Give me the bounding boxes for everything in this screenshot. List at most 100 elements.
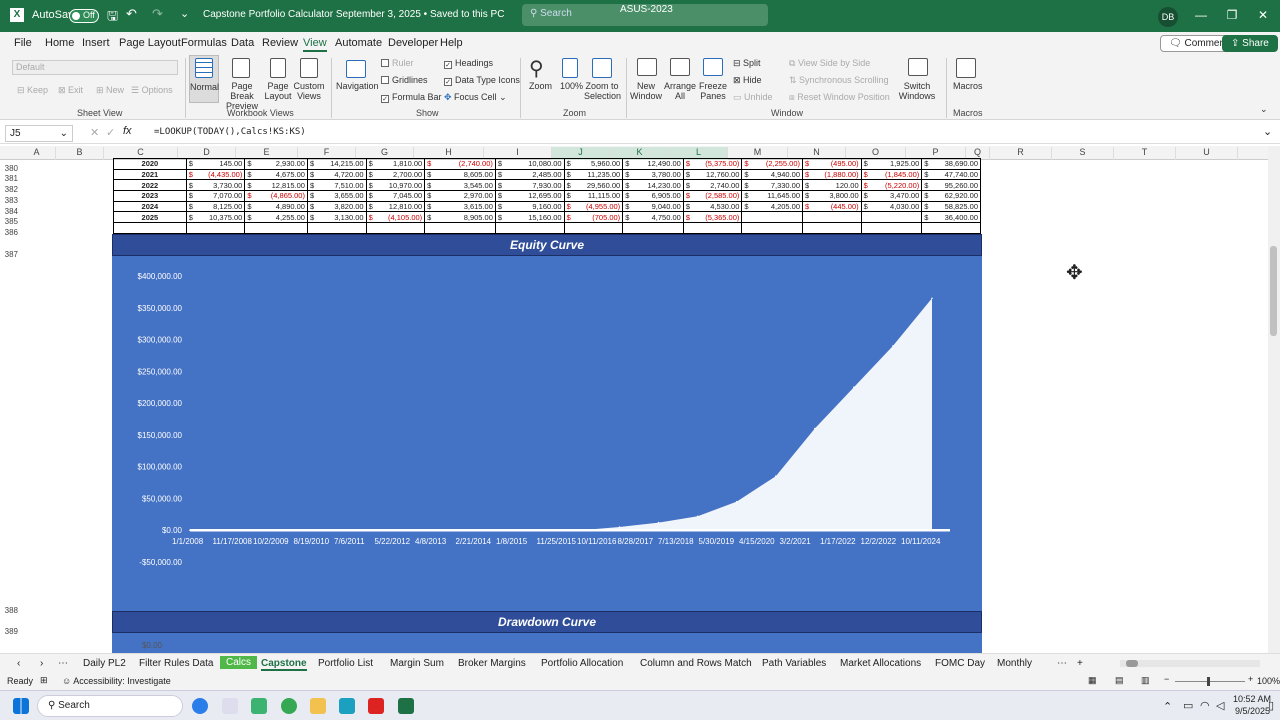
options-button[interactable]: ☰ Options	[131, 85, 173, 96]
equity-chart-area[interactable]: $400,000.00 $350,000.00 $300,000.00 $250,00…	[112, 256, 982, 612]
name-box[interactable]: J5 ⌄	[5, 125, 73, 142]
value-cell[interactable]: $ (495.00)	[802, 158, 862, 170]
zoom-in-icon[interactable]: +	[1248, 674, 1253, 684]
navigation-button[interactable]: Navigation	[336, 81, 379, 91]
row-header[interactable]: 384	[0, 207, 18, 216]
focus-cell-button[interactable]: ✥ Focus Cell ⌄	[444, 92, 507, 103]
zoom-slider[interactable]	[1175, 677, 1245, 686]
taskbar-search[interactable]: ⚲ Search	[37, 695, 183, 717]
tab-portfolio-allocation[interactable]: Portfolio Allocation	[541, 658, 623, 669]
value-cell[interactable]: $3,730.00	[185, 179, 246, 192]
value-cell[interactable]: $2,930.00	[244, 158, 308, 170]
value-cell[interactable]: $120.00	[802, 179, 862, 192]
autosave-toggle[interactable]: Off	[69, 9, 99, 23]
value-cell[interactable]: $10,375.00	[185, 211, 246, 224]
value-cell[interactable]: $ (1,845.00)	[860, 168, 923, 181]
equity-area-series[interactable]	[190, 298, 932, 531]
row-header[interactable]: 381	[0, 174, 18, 183]
tab-broker-margins[interactable]: Broker Margins	[458, 658, 526, 669]
empty-cell[interactable]	[113, 222, 187, 234]
year-cell[interactable]: 2022	[113, 179, 187, 192]
menu-view[interactable]: View	[303, 37, 327, 52]
value-cell[interactable]: $8,605.00	[424, 168, 496, 181]
value-cell[interactable]: $10,080.00	[494, 158, 565, 170]
value-cell[interactable]: $ (4,955.00)	[563, 200, 624, 213]
value-cell[interactable]: $8,125.00	[185, 200, 246, 213]
macros-button[interactable]: Macros	[953, 81, 983, 91]
value-cell[interactable]: $ (705.00)	[563, 211, 624, 224]
value-cell[interactable]: $4,205.00	[741, 200, 804, 213]
freeze-panes-button[interactable]: Freeze Panes	[697, 81, 729, 101]
value-cell[interactable]: $ (1,880.00)	[802, 168, 862, 181]
zoom-100-button[interactable]: 100%	[560, 81, 583, 91]
value-cell[interactable]: $12,760.00	[682, 168, 743, 181]
page-break-status-icon[interactable]: ▥	[1141, 675, 1150, 686]
value-cell[interactable]: $12,810.00	[365, 200, 426, 213]
value-cell[interactable]: $7,070.00	[185, 190, 246, 202]
h-scroll-thumb[interactable]	[1126, 660, 1138, 667]
value-cell[interactable]: $5,960.00	[563, 158, 624, 170]
document-title[interactable]: Capstone Portfolio Calculator September …	[203, 9, 504, 20]
value-cell[interactable]: $3,780.00	[622, 168, 684, 181]
sheet-view-dropdown[interactable]: Default	[12, 60, 178, 75]
value-cell[interactable]: $4,530.00	[682, 200, 743, 213]
value-cell[interactable]: $7,930.00	[494, 179, 565, 192]
unhide-button[interactable]: ▭ Unhide	[733, 92, 773, 103]
value-cell[interactable]: $3,470.00	[860, 190, 923, 202]
windows-start-icon[interactable]	[13, 698, 29, 714]
tab-path-variables[interactable]: Path Variables	[762, 658, 826, 669]
sync-scroll-button[interactable]: ⇅ Synchronous Scrolling	[789, 75, 889, 86]
clock-date[interactable]: 9/5/2025	[1235, 706, 1270, 716]
column-header[interactable]: T	[1114, 147, 1176, 160]
tab-fomc-day[interactable]: FOMC Day	[935, 658, 985, 669]
value-cell[interactable]: $9,160.00	[494, 200, 565, 213]
clock-time[interactable]: 10:52 AM	[1233, 694, 1271, 704]
notepad-icon[interactable]	[222, 698, 238, 714]
tab-capstone[interactable]: Capstone	[261, 658, 307, 671]
custom-views-button[interactable]: Custom Views	[293, 81, 325, 101]
cancel-icon[interactable]: ✕	[90, 126, 99, 139]
data-type-icons-checkbox[interactable]: ✓ Data Type Icons	[444, 75, 520, 86]
menu-insert[interactable]: Insert	[82, 37, 110, 49]
row-header[interactable]: 382	[0, 185, 18, 194]
empty-cell[interactable]	[185, 222, 246, 234]
add-sheet-icon[interactable]: +	[1077, 658, 1083, 669]
column-header[interactable]: A	[18, 147, 56, 160]
value-cell[interactable]: $38,690.00	[921, 158, 981, 170]
value-cell[interactable]: $3,545.00	[424, 179, 496, 192]
page-break-button[interactable]: Page Break Preview	[221, 81, 263, 111]
value-cell[interactable]: $ (5,375.00)	[682, 158, 743, 170]
formula-input[interactable]: =LOOKUP(TODAY(),Calcs!KS:KS)	[154, 127, 306, 137]
year-cell[interactable]: 2020	[113, 158, 187, 170]
new-view-button[interactable]: ⊞ New	[96, 85, 124, 96]
menu-developer[interactable]: Developer	[388, 37, 438, 49]
browser-icon[interactable]	[192, 698, 208, 714]
empty-cell[interactable]	[494, 222, 565, 234]
value-cell[interactable]: $3,800.00	[802, 190, 862, 202]
headings-checkbox[interactable]: ✓ Headings	[444, 58, 493, 69]
value-cell[interactable]: $95,260.00	[921, 179, 981, 192]
zoom-button[interactable]: Zoom	[529, 81, 552, 91]
volume-icon[interactable]: ◁	[1216, 699, 1224, 712]
year-cell[interactable]: 2023	[113, 190, 187, 202]
column-header[interactable]: U	[1176, 147, 1238, 160]
value-cell[interactable]: $7,510.00	[306, 179, 367, 192]
hide-button[interactable]: ⊠ Hide	[733, 75, 762, 86]
year-cell[interactable]: 2024	[113, 200, 187, 213]
gridlines-checkbox[interactable]: Gridlines	[381, 75, 428, 85]
value-cell[interactable]: $ (445.00)	[802, 200, 862, 213]
chrome-icon[interactable]	[281, 698, 297, 714]
value-cell[interactable]: $2,485.00	[494, 168, 565, 181]
value-cell[interactable]: $4,720.00	[306, 168, 367, 181]
value-cell[interactable]: $8,905.00	[424, 211, 496, 224]
value-cell[interactable]: $4,890.00	[244, 200, 308, 213]
menu-help[interactable]: Help	[440, 37, 463, 49]
value-cell[interactable]: $3,615.00	[424, 200, 496, 213]
value-cell[interactable]: $ (2,255.00)	[741, 158, 804, 170]
value-cell[interactable]: $11,115.00	[563, 190, 624, 202]
empty-cell[interactable]	[563, 222, 624, 234]
function-icon[interactable]: fx	[123, 125, 132, 137]
year-cell[interactable]: 2021	[113, 168, 187, 181]
horizontal-scrollbar[interactable]	[1120, 660, 1260, 667]
trading-app-icon[interactable]	[339, 698, 355, 714]
